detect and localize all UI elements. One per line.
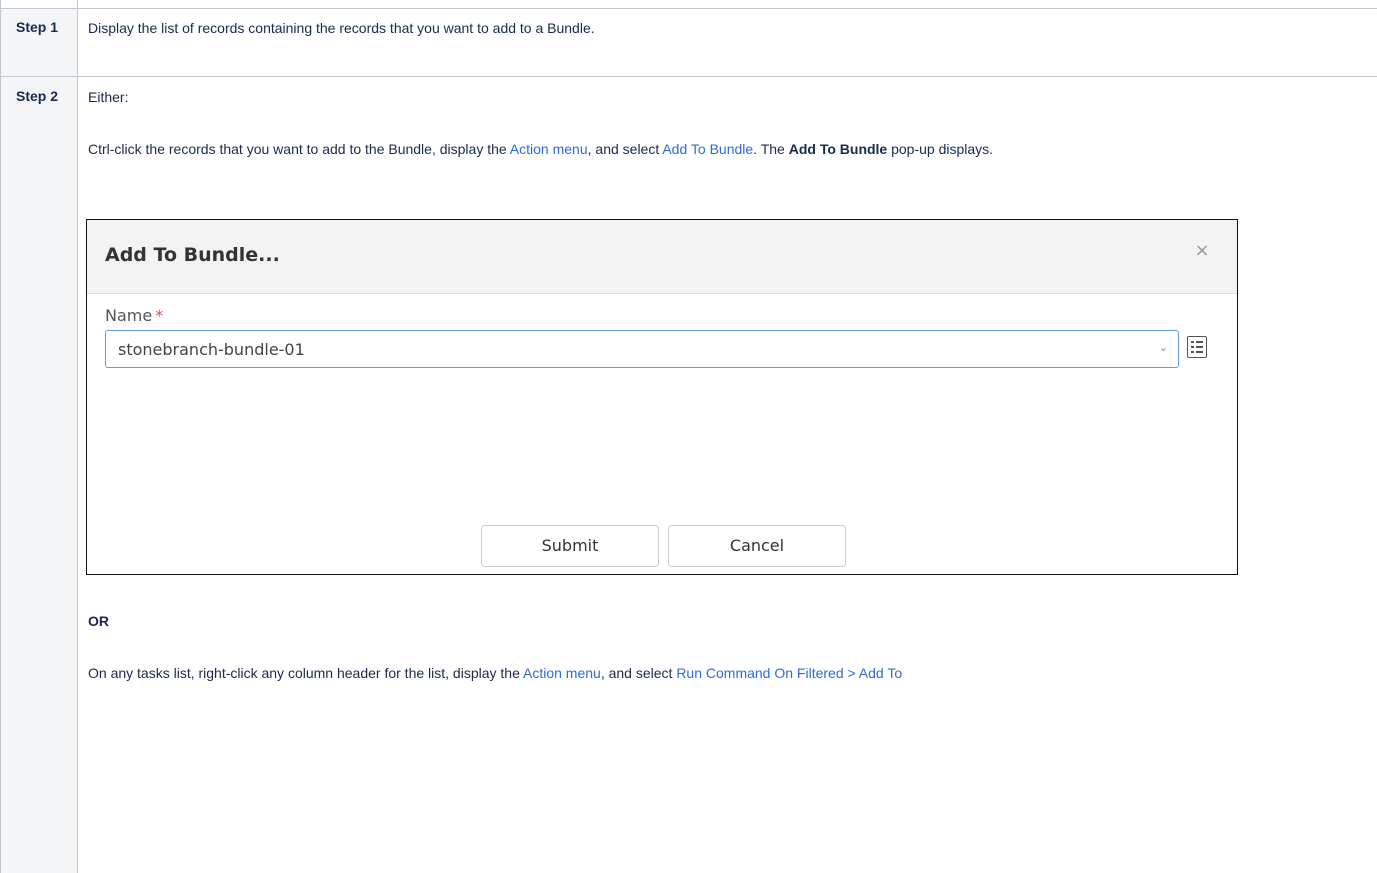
step-2-either: Either: — [88, 89, 129, 105]
row-divider — [0, 76, 1377, 77]
add-to-bundle-link[interactable]: Add To Bundle — [662, 141, 753, 157]
dialog-header: Add To Bundle... × — [87, 220, 1237, 294]
name-combobox-value: stonebranch-bundle-01 — [118, 340, 305, 359]
option-2-prefix: On any tasks list, right-click any colum… — [88, 665, 523, 681]
name-label-text: Name — [105, 306, 153, 325]
table-left-border — [0, 0, 1, 873]
option-1-suffix: pop-up displays. — [887, 141, 994, 157]
run-command-on-filtered-link[interactable]: Run Command On Filtered > Add To — [676, 665, 902, 681]
steps-table: Step 1 Step 2 Display the list of record… — [0, 0, 1377, 873]
required-marker: * — [155, 306, 164, 325]
dialog-title: Add To Bundle... — [105, 244, 280, 266]
close-icon[interactable]: × — [1193, 242, 1211, 260]
table-top-border — [0, 8, 1377, 9]
name-label: Name * — [105, 306, 163, 325]
step-2-option-2: On any tasks list, right-click any colum… — [88, 663, 1358, 683]
step-1-label: Step 1 — [16, 19, 59, 35]
list-details-icon[interactable] — [1187, 336, 1207, 358]
cancel-button[interactable]: Cancel — [668, 525, 846, 567]
column-divider — [77, 0, 78, 873]
add-to-bundle-bold: Add To Bundle — [788, 141, 888, 157]
action-menu-link-2[interactable]: Action menu — [523, 665, 601, 681]
option-1-prefix: Ctrl-click the records that you want to … — [88, 141, 510, 157]
add-to-bundle-dialog: Add To Bundle... × Name * stonebranch-bun… — [86, 219, 1238, 575]
step-2-label: Step 2 — [16, 88, 59, 104]
or-label: OR — [88, 613, 109, 629]
action-menu-link[interactable]: Action menu — [510, 141, 588, 157]
chevron-down-icon[interactable]: ⌄ — [1159, 341, 1168, 354]
submit-button[interactable]: Submit — [481, 525, 659, 567]
option-1-dot: . The — [753, 141, 789, 157]
name-combobox[interactable]: stonebranch-bundle-01 ⌄ — [105, 330, 1179, 368]
step-2-option-1: Ctrl-click the records that you want to … — [88, 139, 1358, 159]
step-2-header-cell — [0, 77, 77, 873]
option-2-middle: , and select — [600, 665, 677, 681]
option-1-middle: , and select — [587, 141, 663, 157]
step-1-text: Display the list of records containing t… — [88, 20, 595, 36]
